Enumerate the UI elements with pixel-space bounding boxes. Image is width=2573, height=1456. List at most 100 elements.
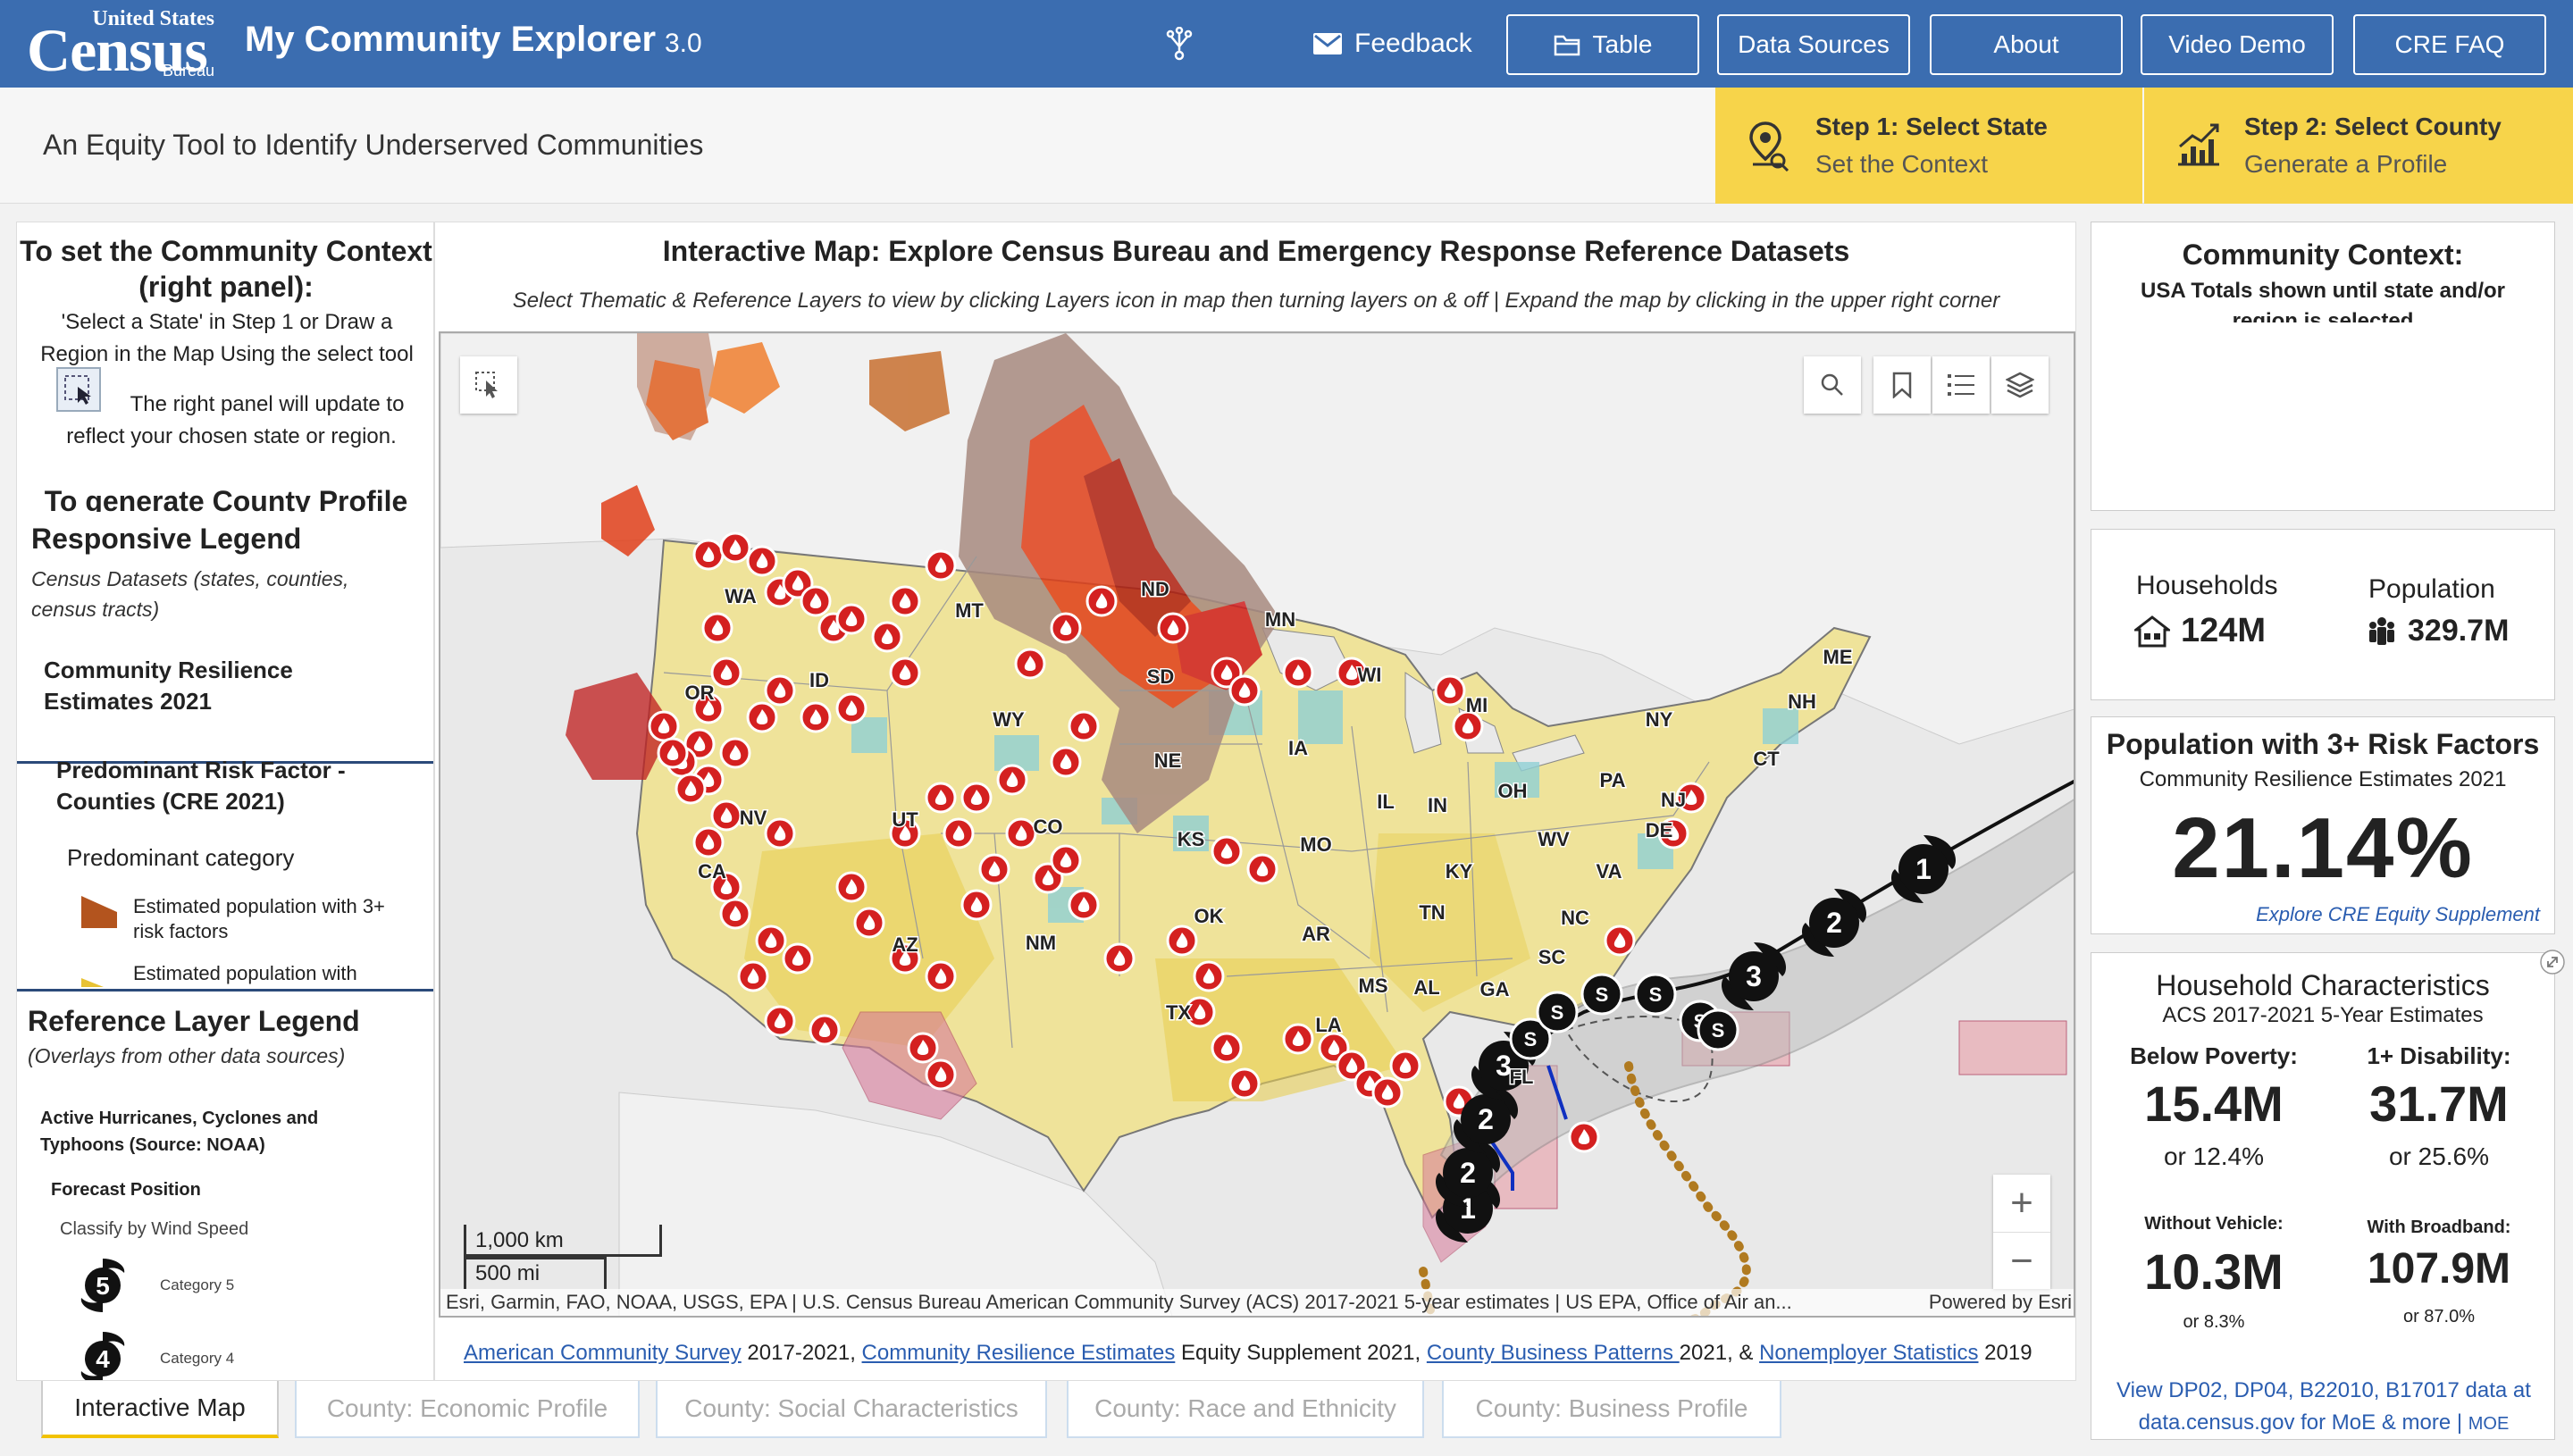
- map-layers-button[interactable]: [1991, 356, 2049, 414]
- tab-interactive-map[interactable]: Interactive Map: [41, 1381, 279, 1438]
- fire-marker[interactable]: [675, 773, 707, 805]
- fire-marker[interactable]: [1005, 817, 1037, 849]
- map-canvas[interactable]: 1223SSSSSS321 WAMTNDMNORIDSDWIMIWYNEIANV…: [440, 333, 2075, 1318]
- fire-marker[interactable]: [1157, 612, 1189, 644]
- network-icon[interactable]: [1161, 26, 1197, 63]
- fire-marker[interactable]: [1371, 1076, 1404, 1109]
- data-census-link[interactable]: View DP02, DP04, B22010, B17017 data at …: [2109, 1375, 2538, 1440]
- responsive-legend[interactable]: Responsive Legend Census Datasets (state…: [17, 514, 433, 764]
- cre-equity-link[interactable]: Explore CRE Equity Supplement: [2256, 903, 2540, 926]
- step1-select-state[interactable]: Step 1: Select State Set the Context: [1715, 88, 2142, 204]
- zoom-out-button[interactable]: −: [1993, 1232, 2050, 1289]
- fire-marker[interactable]: [1166, 925, 1198, 957]
- fire-marker[interactable]: [1068, 710, 1100, 742]
- tab-business-profile[interactable]: County: Business Profile: [1442, 1381, 1781, 1438]
- fire-marker[interactable]: [1068, 889, 1100, 921]
- hurricane-position-marker[interactable]: S: [1634, 973, 1677, 1016]
- fire-marker[interactable]: [889, 585, 921, 617]
- video-demo-button[interactable]: Video Demo: [2141, 14, 2334, 75]
- fire-marker[interactable]: [1211, 1032, 1243, 1064]
- fire-marker[interactable]: [764, 817, 796, 849]
- fire-marker[interactable]: [853, 907, 885, 939]
- fire-marker[interactable]: [925, 960, 957, 992]
- fire-marker[interactable]: [871, 621, 903, 653]
- fire-marker[interactable]: [960, 889, 993, 921]
- feedback-link[interactable]: Feedback: [1313, 29, 1472, 59]
- moe-link[interactable]: MOE: [2468, 1414, 2510, 1434]
- fire-marker[interactable]: [1434, 674, 1466, 707]
- fire-marker[interactable]: [809, 1014, 841, 1046]
- fire-marker[interactable]: [1211, 835, 1243, 867]
- fire-marker[interactable]: [764, 674, 796, 707]
- tab-social-characteristics[interactable]: County: Social Characteristics: [656, 1381, 1047, 1438]
- cre-link[interactable]: Community Resilience Estimates: [862, 1341, 1176, 1365]
- fire-marker[interactable]: [925, 1059, 957, 1091]
- fire-marker[interactable]: [1282, 657, 1314, 689]
- census-logo[interactable]: United States Census Bureau: [27, 7, 214, 82]
- map-legend-button[interactable]: [1932, 356, 1990, 414]
- tab-race-ethnicity[interactable]: County: Race and Ethnicity: [1067, 1381, 1424, 1438]
- acs-link[interactable]: American Community Survey: [464, 1341, 742, 1365]
- fire-marker[interactable]: [719, 531, 751, 564]
- fire-marker[interactable]: [943, 817, 975, 849]
- fire-marker[interactable]: [996, 764, 1028, 796]
- nes-link[interactable]: Nonemployer Statistics: [1759, 1341, 1978, 1365]
- about-button[interactable]: About: [1930, 14, 2123, 75]
- fire-marker[interactable]: [1050, 844, 1082, 876]
- fire-marker[interactable]: [1604, 925, 1636, 957]
- data-sources-button[interactable]: Data Sources: [1717, 14, 1910, 75]
- fire-marker[interactable]: [755, 925, 787, 957]
- fire-marker[interactable]: [782, 942, 814, 975]
- fire-marker[interactable]: [960, 782, 993, 814]
- fire-marker[interactable]: [889, 657, 921, 689]
- fire-marker[interactable]: [1050, 746, 1082, 778]
- fire-marker[interactable]: [800, 701, 832, 733]
- hurricane-position-marker[interactable]: S: [1580, 973, 1623, 1016]
- fire-marker[interactable]: [835, 692, 867, 724]
- hurricane-position-marker[interactable]: S: [1697, 1008, 1739, 1051]
- fire-marker[interactable]: [1228, 1067, 1261, 1100]
- fire-marker[interactable]: [1014, 648, 1046, 680]
- fire-marker[interactable]: [737, 960, 769, 992]
- fire-marker[interactable]: [692, 539, 725, 571]
- fire-marker[interactable]: [835, 603, 867, 635]
- expand-icon[interactable]: [2539, 949, 2566, 975]
- zoom-in-button[interactable]: +: [1993, 1175, 2050, 1232]
- fire-marker[interactable]: [692, 826, 725, 858]
- fire-marker[interactable]: [1193, 960, 1225, 992]
- fire-marker[interactable]: [1228, 674, 1261, 707]
- fire-marker[interactable]: [1050, 612, 1082, 644]
- fire-marker[interactable]: [746, 545, 778, 577]
- fire-marker[interactable]: [1085, 585, 1118, 617]
- fire-marker[interactable]: [1246, 853, 1278, 885]
- fire-marker[interactable]: [657, 737, 689, 769]
- cbp-link[interactable]: County Business Patterns: [1427, 1341, 1680, 1365]
- fire-marker[interactable]: [978, 853, 1010, 885]
- fire-marker[interactable]: [719, 898, 751, 930]
- fire-marker[interactable]: [1568, 1121, 1600, 1153]
- tab-economic-profile[interactable]: County: Economic Profile: [295, 1381, 640, 1438]
- fire-marker[interactable]: [746, 701, 778, 733]
- fire-marker[interactable]: [701, 612, 733, 644]
- interactive-map[interactable]: 1223SSSSSS321 WAMTNDMNORIDSDWIMIWYNEIANV…: [439, 331, 2075, 1318]
- fire-marker[interactable]: [719, 737, 751, 769]
- fire-marker[interactable]: [925, 549, 957, 582]
- fire-marker[interactable]: [1103, 942, 1136, 975]
- hurricane-position-marker[interactable]: S: [1536, 991, 1579, 1033]
- fire-marker[interactable]: [907, 1032, 939, 1064]
- fire-marker[interactable]: [764, 1005, 796, 1037]
- left-panel[interactable]: To set the Community Context (right pane…: [16, 222, 434, 1381]
- step2-select-county[interactable]: Step 2: Select County Generate a Profile: [2144, 88, 2573, 204]
- map-bookmarks-button[interactable]: [1873, 356, 1931, 414]
- powered-by-esri[interactable]: Powered by Esri: [1929, 1291, 2072, 1314]
- fire-marker[interactable]: [1282, 1023, 1314, 1055]
- fire-marker[interactable]: [1389, 1050, 1421, 1082]
- map-search-button[interactable]: [1804, 356, 1861, 414]
- fire-marker[interactable]: [925, 782, 957, 814]
- fire-marker[interactable]: [710, 657, 742, 689]
- fire-marker[interactable]: [648, 710, 680, 742]
- cre-faq-button[interactable]: CRE FAQ: [2353, 14, 2546, 75]
- fire-marker[interactable]: [710, 799, 742, 832]
- map-select-tool[interactable]: [460, 356, 517, 414]
- reference-legend[interactable]: Reference Layer Legend (Overlays from ot…: [17, 992, 433, 1380]
